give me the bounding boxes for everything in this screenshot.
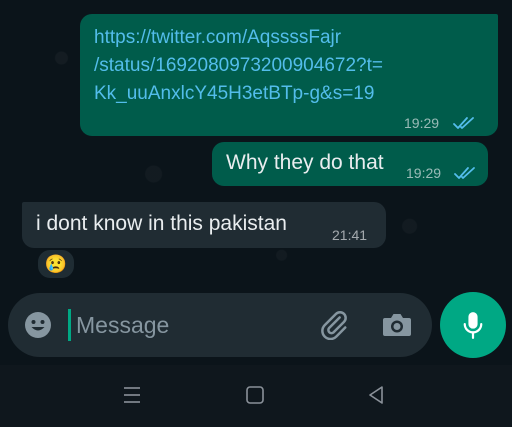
navigation-bar [0,365,512,427]
outgoing-message-link[interactable]: https://twitter.com/AqssssFajr /status/1… [80,14,498,136]
emoji-icon[interactable] [24,311,52,339]
message-input-bar[interactable]: Message [8,293,432,357]
text-cursor [68,309,71,341]
link-line: /status/1692080973200904672?t= [94,55,383,76]
message-time: 21:41 [332,227,368,243]
link-line: https://twitter.com/AqssssFajr [94,27,342,48]
incoming-message[interactable]: i dont know in this pakistan 21:41 [22,202,386,248]
message-link[interactable]: https://twitter.com/AqssssFajr /status/1… [94,24,494,108]
read-ticks-icon [453,117,474,129]
chat-area: https://twitter.com/AqssssFajr /status/1… [0,0,512,290]
message-reaction[interactable]: 😢 [36,248,76,280]
read-ticks-icon [454,167,475,179]
home-icon[interactable] [245,385,265,405]
link-line: Kk_uuAnxlcY45H3etBTp-g&s=19 [94,83,375,104]
outgoing-message[interactable]: Why they do that 19:29 [212,142,488,186]
back-icon[interactable] [366,385,386,405]
message-input[interactable]: Message [76,310,169,340]
menu-icon[interactable] [122,385,142,405]
camera-icon[interactable] [382,312,412,338]
microphone-button[interactable] [440,292,506,358]
microphone-icon [463,312,483,339]
message-text: i dont know in this pakistan [36,212,287,235]
message-time: 19:29 [404,115,440,131]
message-text: Why they do that [226,151,384,174]
reaction-emoji: 😢 [44,254,68,274]
paperclip-icon[interactable] [319,310,349,340]
message-time: 19:29 [406,165,442,181]
